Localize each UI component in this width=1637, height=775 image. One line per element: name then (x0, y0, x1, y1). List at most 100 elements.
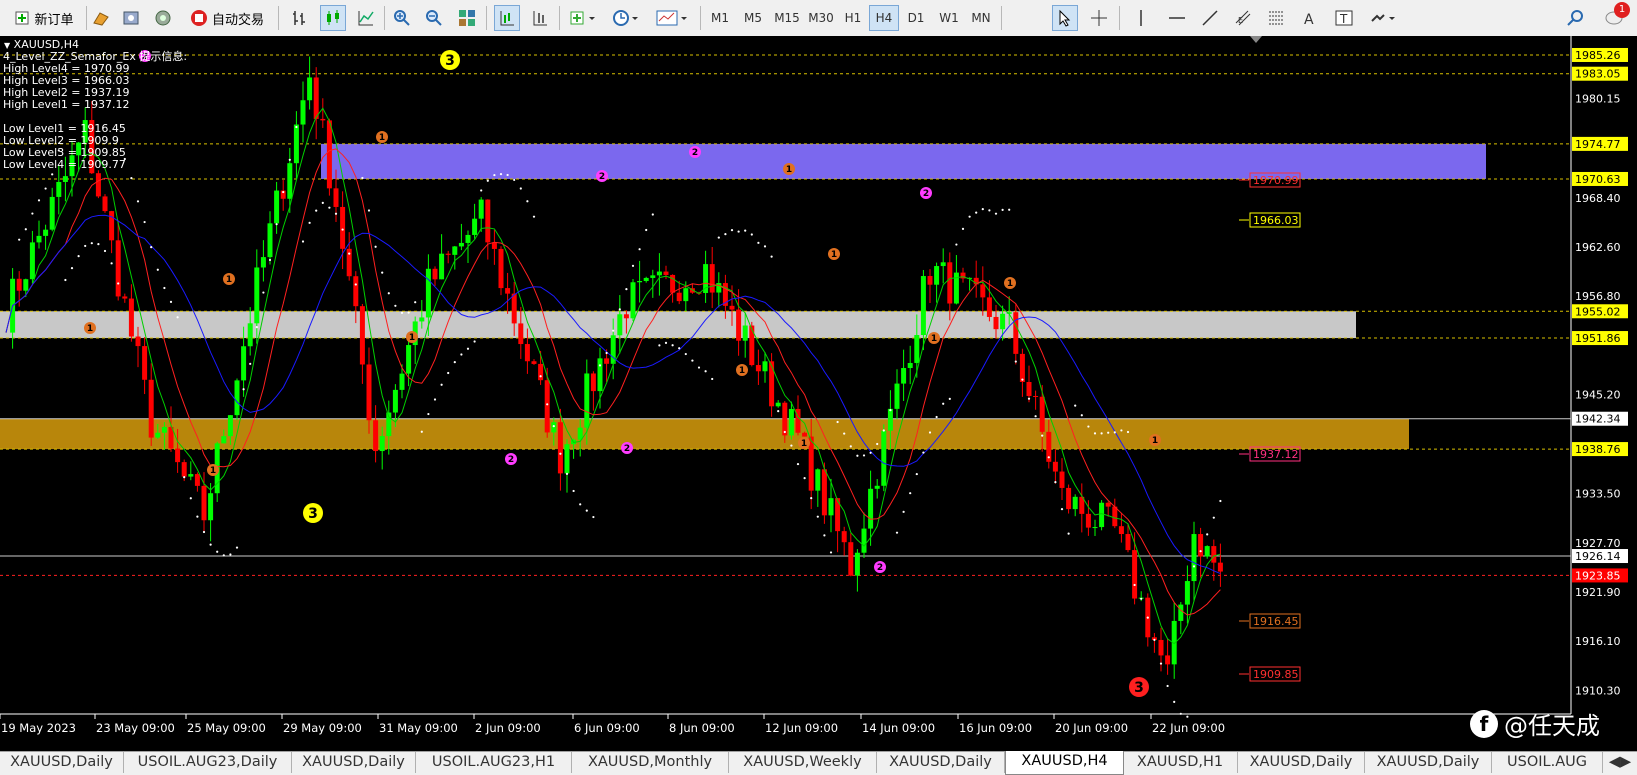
price-label-box: 1970.63 (1572, 171, 1628, 186)
candle-body (326, 120, 332, 189)
scroll-right-icon[interactable]: ▶ (1620, 754, 1631, 770)
auto-scroll-icon[interactable] (527, 5, 553, 31)
sar-dot (136, 200, 140, 203)
fibonacci-channel-icon[interactable]: E (1230, 5, 1256, 31)
line-chart-icon[interactable] (354, 5, 378, 31)
candle-body (1178, 604, 1184, 621)
semafor-number: 1 (739, 366, 745, 376)
semafor-marker-1: 1 (736, 364, 748, 376)
zoom-out-icon[interactable] (422, 5, 446, 31)
tab-xauusd-daily-1[interactable]: XAUUSD,Daily (0, 752, 124, 773)
candlestick-chart-icon[interactable] (320, 5, 346, 31)
svg-text:E: E (1238, 16, 1243, 25)
sar-dot (684, 352, 687, 356)
candle-body (769, 361, 775, 407)
sar-dot (1067, 532, 1070, 535)
periods-dropdown[interactable] (609, 5, 645, 31)
candle-body (1132, 550, 1138, 599)
tab-usoil-aug23-daily[interactable]: USOIL.AUG23,Daily (124, 752, 292, 773)
tab-usoil-aug[interactable]: USOIL.AUG (1492, 752, 1603, 773)
tab-xauusd-monthly[interactable]: XAUUSD,Monthly (572, 752, 729, 773)
candle-body (1019, 353, 1025, 383)
tab-xauusd-daily-4[interactable]: XAUUSD,Daily (1238, 752, 1365, 773)
sar-dot (994, 212, 998, 215)
timeframe-w1-button[interactable]: W1 (935, 5, 963, 31)
timeframe-m30-button[interactable]: M30 (805, 5, 837, 31)
cursor-tool-icon[interactable] (1052, 5, 1078, 31)
data-window-icon[interactable] (120, 5, 142, 31)
date-label: 8 Jun 09:00 (669, 721, 735, 735)
sar-dot (301, 240, 305, 243)
indicators-dropdown[interactable] (566, 5, 602, 31)
candle-body (16, 278, 22, 291)
tab-xauusd-daily-5[interactable]: XAUUSD,Daily (1365, 752, 1492, 773)
semafor-marker-1: 1 (798, 437, 810, 449)
semafor-marker-1: 1 (1004, 277, 1016, 289)
crosshair-tool-icon[interactable] (1086, 5, 1112, 31)
candle-body (102, 196, 108, 212)
price-label-box: 1926.14 (1572, 549, 1628, 564)
candle-body (868, 488, 874, 529)
candle-body (485, 199, 491, 243)
timeframe-m1-button[interactable]: M1 (706, 5, 734, 31)
candle-body (247, 323, 253, 347)
price-label-text: 1938.76 (1575, 443, 1621, 456)
price-label-box: 1983.05 (1572, 66, 1628, 81)
tab-xauusd-daily-2[interactable]: XAUUSD,Daily (292, 752, 416, 773)
timeframe-mn-button[interactable]: MN (966, 5, 996, 31)
vertical-line-icon[interactable] (1128, 5, 1154, 31)
date-label: 12 Jun 09:00 (765, 721, 838, 735)
arrows-dropdown[interactable] (1366, 5, 1402, 31)
candle-body (379, 436, 385, 452)
text-label-icon[interactable]: T (1333, 5, 1355, 31)
sar-dot (367, 209, 371, 212)
candle-body (564, 444, 570, 474)
auto-trading-button[interactable]: 自动交易 (183, 5, 271, 31)
info-line: Low Level4 = 1909.77 (3, 158, 126, 171)
search-icon[interactable] (1564, 5, 1586, 31)
templates-dropdown[interactable] (653, 5, 693, 31)
tab-xauusd-daily-3[interactable]: XAUUSD,Daily (877, 752, 1005, 773)
navigator-icon[interactable] (152, 5, 174, 31)
tile-windows-icon[interactable] (455, 5, 479, 31)
price-chart[interactable]: 2331111122221111221113 1985.261983.05198… (0, 36, 1637, 751)
timeframe-m5-button[interactable]: M5 (739, 5, 767, 31)
notifications-button[interactable]: 1 (1598, 2, 1630, 31)
tab-usoil-aug23-h1[interactable]: USOIL.AUG23,H1 (416, 752, 572, 773)
sar-dot (202, 530, 206, 534)
bar-chart-icon[interactable] (288, 5, 312, 31)
tab-scroll-arrows[interactable]: ◀▶ (1603, 752, 1637, 773)
candle-body (1099, 502, 1105, 528)
candle-body (399, 373, 405, 390)
chart-shift-marker-icon[interactable] (1250, 36, 1262, 43)
timeframe-m15-button[interactable]: M15 (771, 5, 803, 31)
semafor-marker-2: 2 (920, 187, 932, 199)
sar-dot (1021, 378, 1024, 381)
text-tool-icon[interactable]: A (1298, 5, 1320, 31)
level-label: 1966.03 (1239, 212, 1301, 228)
timeframe-d1-button[interactable]: D1 (902, 5, 930, 31)
sar-dot (1212, 516, 1215, 519)
chart-shift-icon[interactable] (494, 5, 520, 31)
semafor-marker-3: 3 (1129, 677, 1149, 697)
sar-dot (222, 554, 225, 557)
tab-xauusd-h1[interactable]: XAUUSD,H1 (1123, 752, 1238, 773)
timeframe-h1-button[interactable]: H1 (839, 5, 867, 31)
candle-body (392, 389, 398, 413)
candle-body (755, 365, 761, 372)
auto-trading-icon (190, 9, 208, 27)
timeframe-h4-button[interactable]: H4 (869, 5, 899, 31)
chart-canvas[interactable]: 2331111122221111221113 1985.261983.05198… (0, 36, 1637, 751)
market-watch-icon[interactable] (90, 5, 112, 31)
sar-dot (1206, 533, 1209, 536)
trendline-icon[interactable] (1197, 5, 1223, 31)
fibonacci-retracement-icon[interactable] (1263, 5, 1289, 31)
semafor-number: 2 (923, 189, 929, 199)
scroll-left-icon[interactable]: ◀ (1609, 754, 1620, 770)
new-order-button[interactable]: 新订单 (6, 5, 82, 31)
horizontal-line-icon[interactable] (1164, 5, 1190, 31)
tab-xauusd-weekly[interactable]: XAUUSD,Weekly (729, 752, 877, 773)
zoom-in-icon[interactable] (390, 5, 414, 31)
candle-body (1191, 534, 1197, 582)
tab-xauusd-h4[interactable]: XAUUSD,H4 (1005, 751, 1124, 775)
